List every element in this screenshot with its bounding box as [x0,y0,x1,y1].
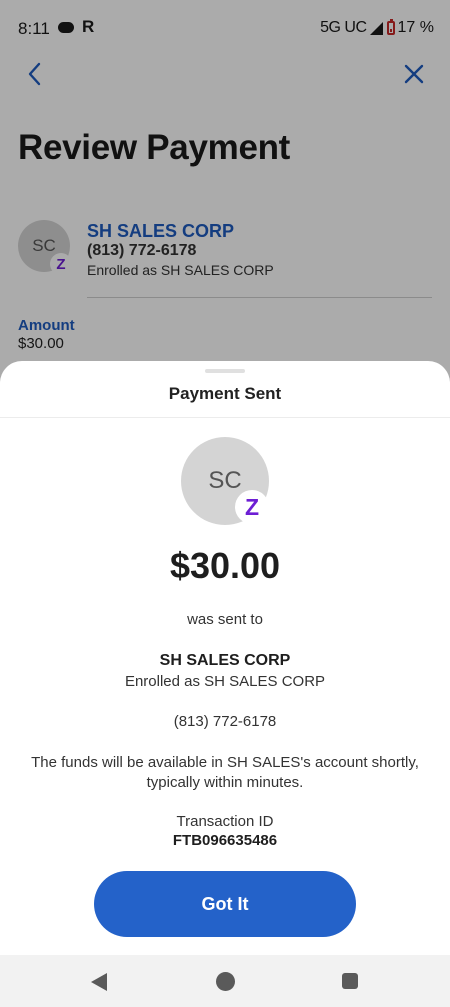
sheet-header: Payment Sent [0,361,450,418]
payment-sent-sheet: Payment Sent SC Z $30.00 was sent to SH … [0,361,450,955]
sent-amount: $30.00 [169,545,281,586]
sent-recipient-phone: (813) 772-6178 [173,713,277,730]
nav-recents-icon[interactable] [342,973,358,989]
transaction-id-value: FTB096635486 [172,832,278,849]
zelle-glyph: Z [244,493,260,520]
nav-back-icon[interactable] [91,973,107,991]
sent-recipient-enrolled: Enrolled as SH SALES CORP [124,673,326,690]
sheet-title: Payment Sent [168,384,282,403]
transaction-id-label: Transaction ID [176,813,274,830]
system-nav-bar [0,955,450,1007]
nav-home-icon[interactable] [216,972,235,991]
sent-to-label: was sent to [187,611,263,628]
funds-availability-note: The funds will be available in SH SALES'… [31,754,419,791]
zelle-icon: Z [235,490,269,524]
got-it-button[interactable]: Got It [94,871,356,937]
drag-handle[interactable] [205,369,245,373]
sent-recipient-name: SH SALES CORP [159,652,291,669]
